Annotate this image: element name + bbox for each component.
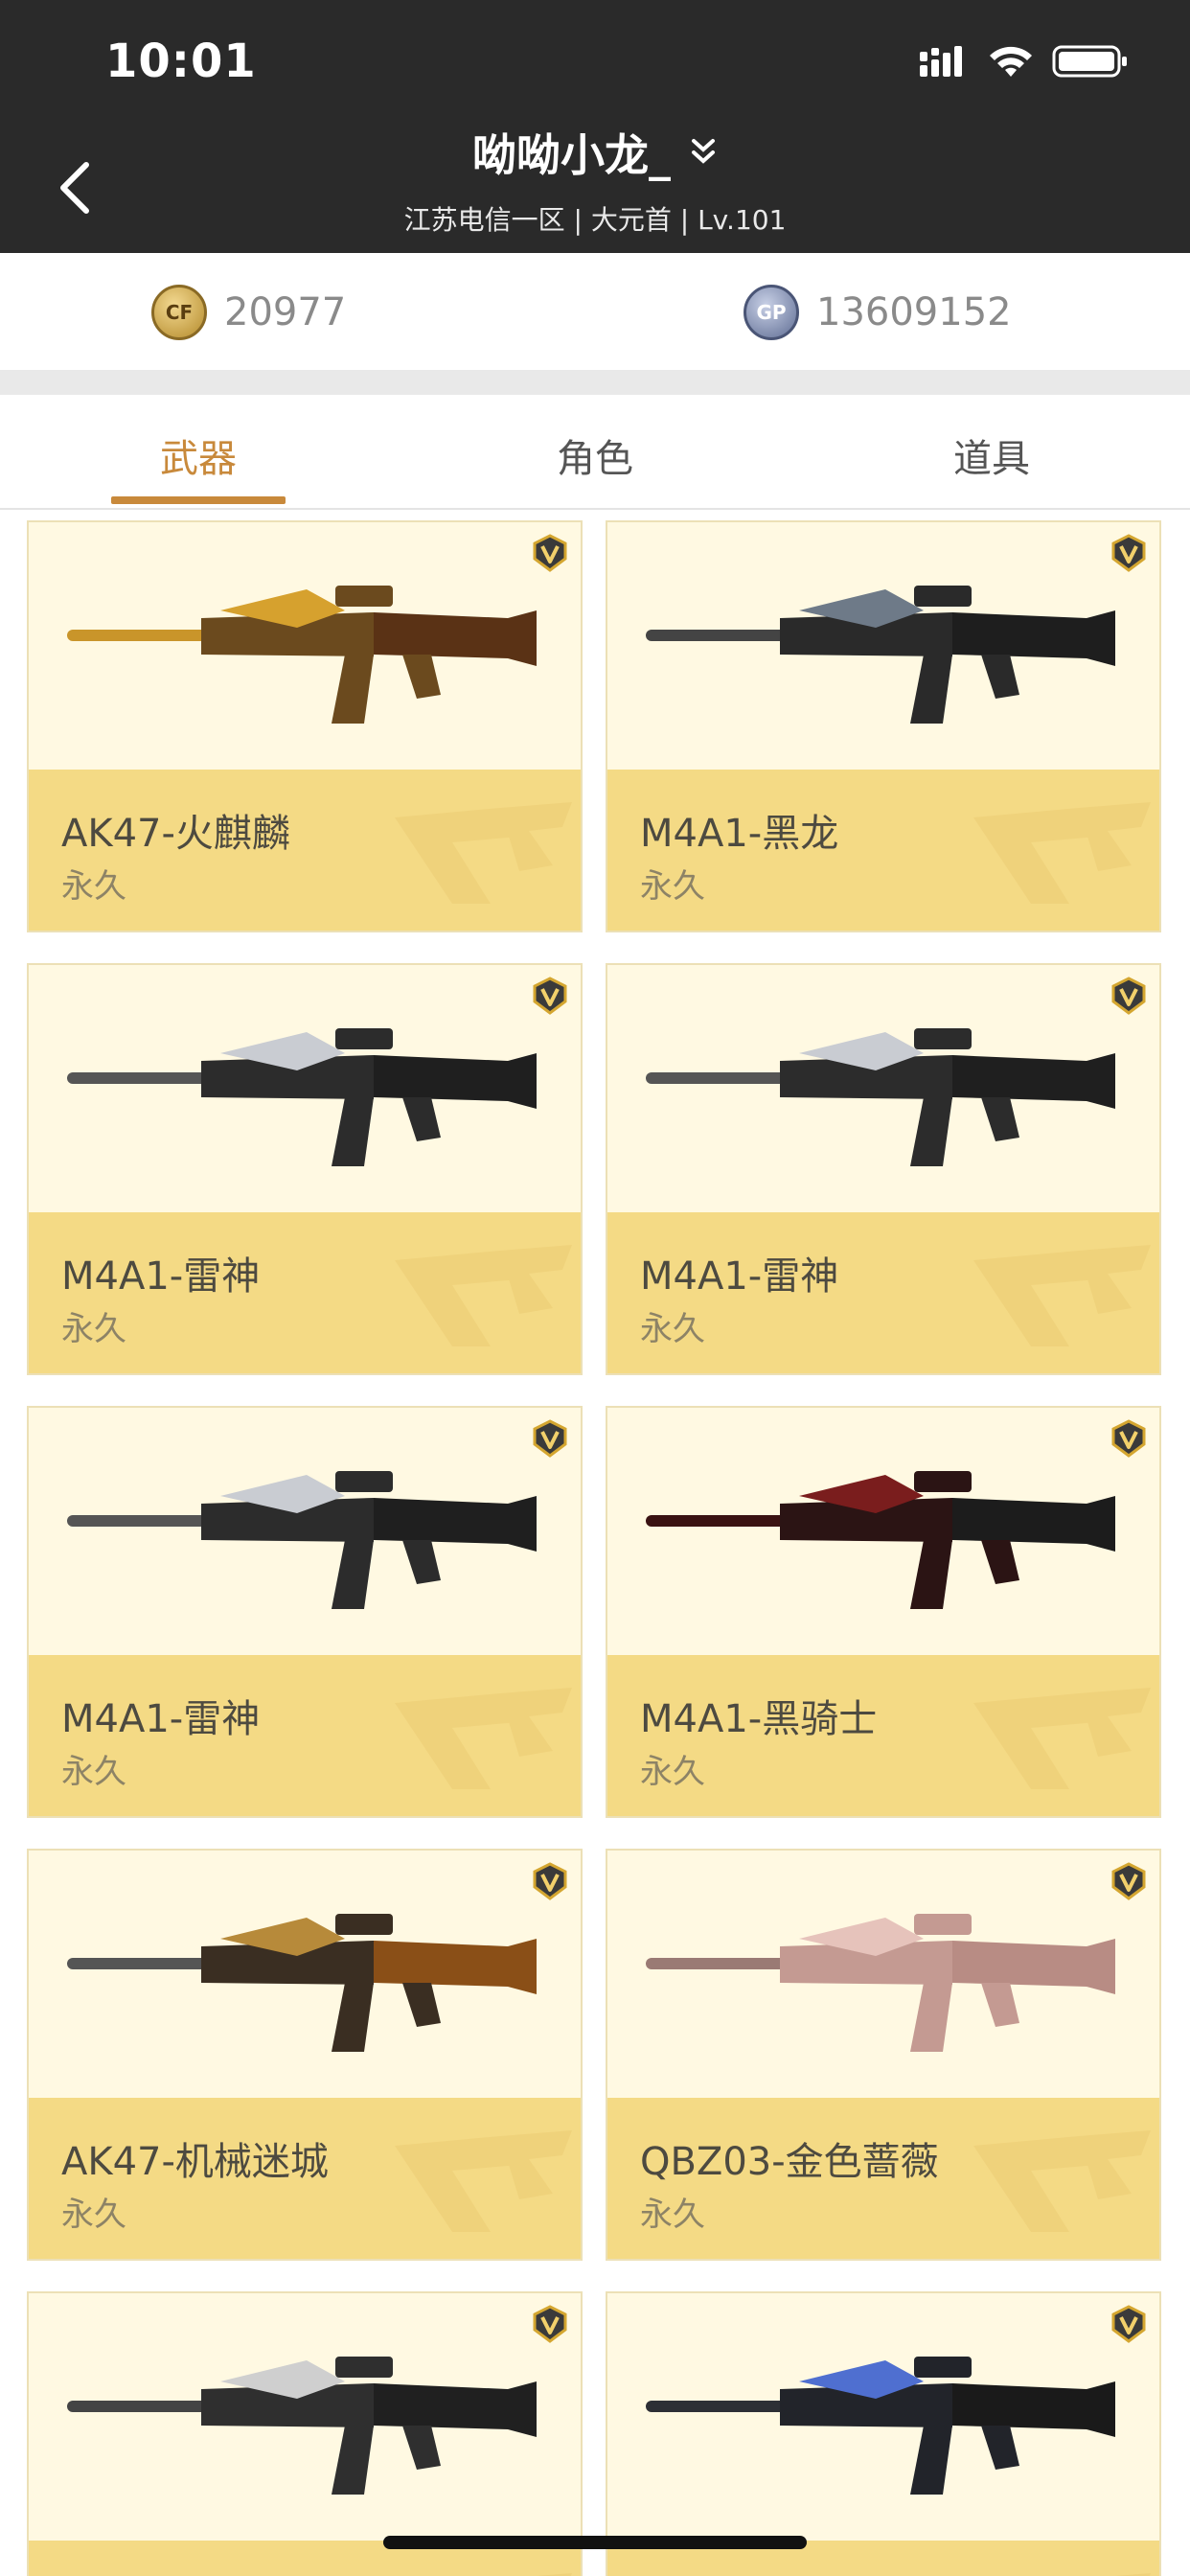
weapon-name: M4A1-雷神 <box>640 1254 839 1299</box>
gp-points-value: 13609152 <box>816 290 1012 334</box>
weapon-duration: 永久 <box>61 867 126 906</box>
vip-badge-icon <box>1111 2305 1146 2343</box>
weapon-image <box>29 1851 581 2098</box>
weapon-name: AK47-火麒麟 <box>61 812 290 856</box>
weapon-duration: 永久 <box>61 1753 126 1791</box>
rifle-icon <box>67 1914 537 2052</box>
vip-badge-icon <box>533 977 567 1015</box>
weapon-name: M4A1-雷神 <box>61 1254 261 1299</box>
rifle-icon <box>67 1028 537 1166</box>
weapon-info: AK47-火麒麟永久 <box>29 770 581 931</box>
weapon-info: M4A1-黑骑士永久 <box>607 1655 1159 1816</box>
weapon-info: AK47-机械迷城永久 <box>29 2098 581 2259</box>
cf-logo-watermark-icon <box>973 1688 1151 1789</box>
weapon-info: M4A1-黑龙永久 <box>607 770 1159 931</box>
top-bar: 10:01 呦呦小龙_ 江苏电信一区 | 大元首 | Lv.101 <box>0 0 1190 253</box>
rifle-icon <box>67 586 537 724</box>
weapon-image <box>29 965 581 1212</box>
weapon-image <box>29 1408 581 1655</box>
wifi-icon <box>990 46 1032 77</box>
tab-characters[interactable]: 角色 <box>397 427 793 483</box>
weapon-card[interactable]: M4A1-黑龙永久 <box>606 520 1161 932</box>
cf-logo-watermark-icon <box>395 1688 572 1789</box>
currency-bar: CF 20977 GP 13609152 <box>0 253 1190 370</box>
section-divider <box>0 370 1190 395</box>
vip-badge-icon <box>1111 1419 1146 1458</box>
weapon-card[interactable] <box>606 2291 1161 2576</box>
weapon-duration: 永久 <box>640 2196 705 2234</box>
cf-logo-watermark-icon <box>973 2130 1151 2232</box>
weapon-name: AK47-机械迷城 <box>61 2140 329 2184</box>
page-title: 呦呦小龙_ <box>471 129 671 181</box>
vip-badge-icon <box>533 1419 567 1458</box>
signal-icon <box>920 46 962 77</box>
weapon-duration: 永久 <box>61 2196 126 2234</box>
weapon-duration: 永久 <box>61 1310 126 1348</box>
weapon-info: QBZ03-金色蔷薇永久 <box>607 2098 1159 2259</box>
vip-badge-icon <box>533 1862 567 1900</box>
weapon-info: M4A1-雷神永久 <box>29 1212 581 1373</box>
status-time: 10:01 <box>105 34 257 88</box>
cf-logo-watermark-icon <box>1114 2573 1151 2576</box>
weapon-duration: 永久 <box>640 1753 705 1791</box>
cf-logo-watermark-icon <box>395 1245 572 1346</box>
rifle-icon <box>646 1471 1115 1609</box>
cf-logo-watermark-icon <box>395 2130 572 2232</box>
weapon-image <box>607 1408 1159 1655</box>
weapon-image <box>607 522 1159 770</box>
rifle-icon <box>646 586 1115 724</box>
weapon-image <box>29 2293 581 2541</box>
weapon-duration: 永久 <box>640 867 705 906</box>
cf-coin-icon: CF <box>151 285 207 340</box>
weapon-image <box>607 2293 1159 2541</box>
battery-icon <box>1052 45 1127 78</box>
double-chevron-down-icon[interactable] <box>689 136 718 169</box>
cf-logo-watermark-icon <box>536 2573 572 2576</box>
home-indicator <box>383 2536 807 2549</box>
category-tabs: 武器 角色 道具 <box>0 395 1190 510</box>
weapon-card[interactable]: M4A1-雷神永久 <box>27 1406 583 1818</box>
cf-points-value: 20977 <box>224 290 347 334</box>
weapon-card[interactable] <box>27 2291 583 2576</box>
weapon-card[interactable]: M4A1-雷神永久 <box>606 963 1161 1375</box>
gp-coin-icon: GP <box>744 285 799 340</box>
account-subtitle: 江苏电信一区 | 大元首 | Lv.101 <box>403 204 787 236</box>
weapon-image <box>29 522 581 770</box>
vip-badge-icon <box>533 534 567 572</box>
vip-badge-icon <box>1111 534 1146 572</box>
rifle-icon <box>67 1471 537 1609</box>
cf-logo-watermark-icon <box>395 802 572 904</box>
weapon-info: M4A1-雷神永久 <box>607 1212 1159 1373</box>
weapon-card[interactable]: AK47-机械迷城永久 <box>27 1849 583 2261</box>
weapon-image <box>607 965 1159 1212</box>
vip-badge-icon <box>1111 1862 1146 1900</box>
weapon-card[interactable]: QBZ03-金色蔷薇永久 <box>606 1849 1161 2261</box>
weapon-card[interactable]: M4A1-雷神永久 <box>27 963 583 1375</box>
weapon-name: M4A1-雷神 <box>61 1697 261 1741</box>
vip-badge-icon <box>533 2305 567 2343</box>
weapon-name: QBZ03-金色蔷薇 <box>640 2140 939 2184</box>
weapon-name: M4A1-黑龙 <box>640 812 839 856</box>
weapon-name: M4A1-黑骑士 <box>640 1697 878 1741</box>
rifle-icon <box>646 1914 1115 2052</box>
rifle-icon <box>646 2357 1115 2495</box>
weapon-info: M4A1-雷神永久 <box>29 1655 581 1816</box>
title-row[interactable]: 呦呦小龙_ <box>0 121 1190 184</box>
rifle-icon <box>646 1028 1115 1166</box>
cf-logo-watermark-icon <box>973 802 1151 904</box>
tab-weapons[interactable]: 武器 <box>0 427 397 483</box>
rifle-icon <box>67 2357 537 2495</box>
gp-points: GP 13609152 <box>744 284 1012 341</box>
tab-items[interactable]: 道具 <box>793 427 1190 483</box>
weapon-duration: 永久 <box>640 1310 705 1348</box>
weapon-card[interactable]: AK47-火麒麟永久 <box>27 520 583 932</box>
weapon-card[interactable]: M4A1-黑骑士永久 <box>606 1406 1161 1818</box>
vip-badge-icon <box>1111 977 1146 1015</box>
active-tab-indicator <box>111 496 286 504</box>
cf-logo-watermark-icon <box>973 1245 1151 1346</box>
status-icons <box>920 44 1131 82</box>
weapon-image <box>607 1851 1159 2098</box>
cf-points: CF 20977 <box>151 284 346 341</box>
weapon-grid: AK47-火麒麟 永久 M4A1-黑龙 永久 M4A1-雷神 永久 M4A1-雷神 永久 M4A… <box>0 518 1190 2576</box>
